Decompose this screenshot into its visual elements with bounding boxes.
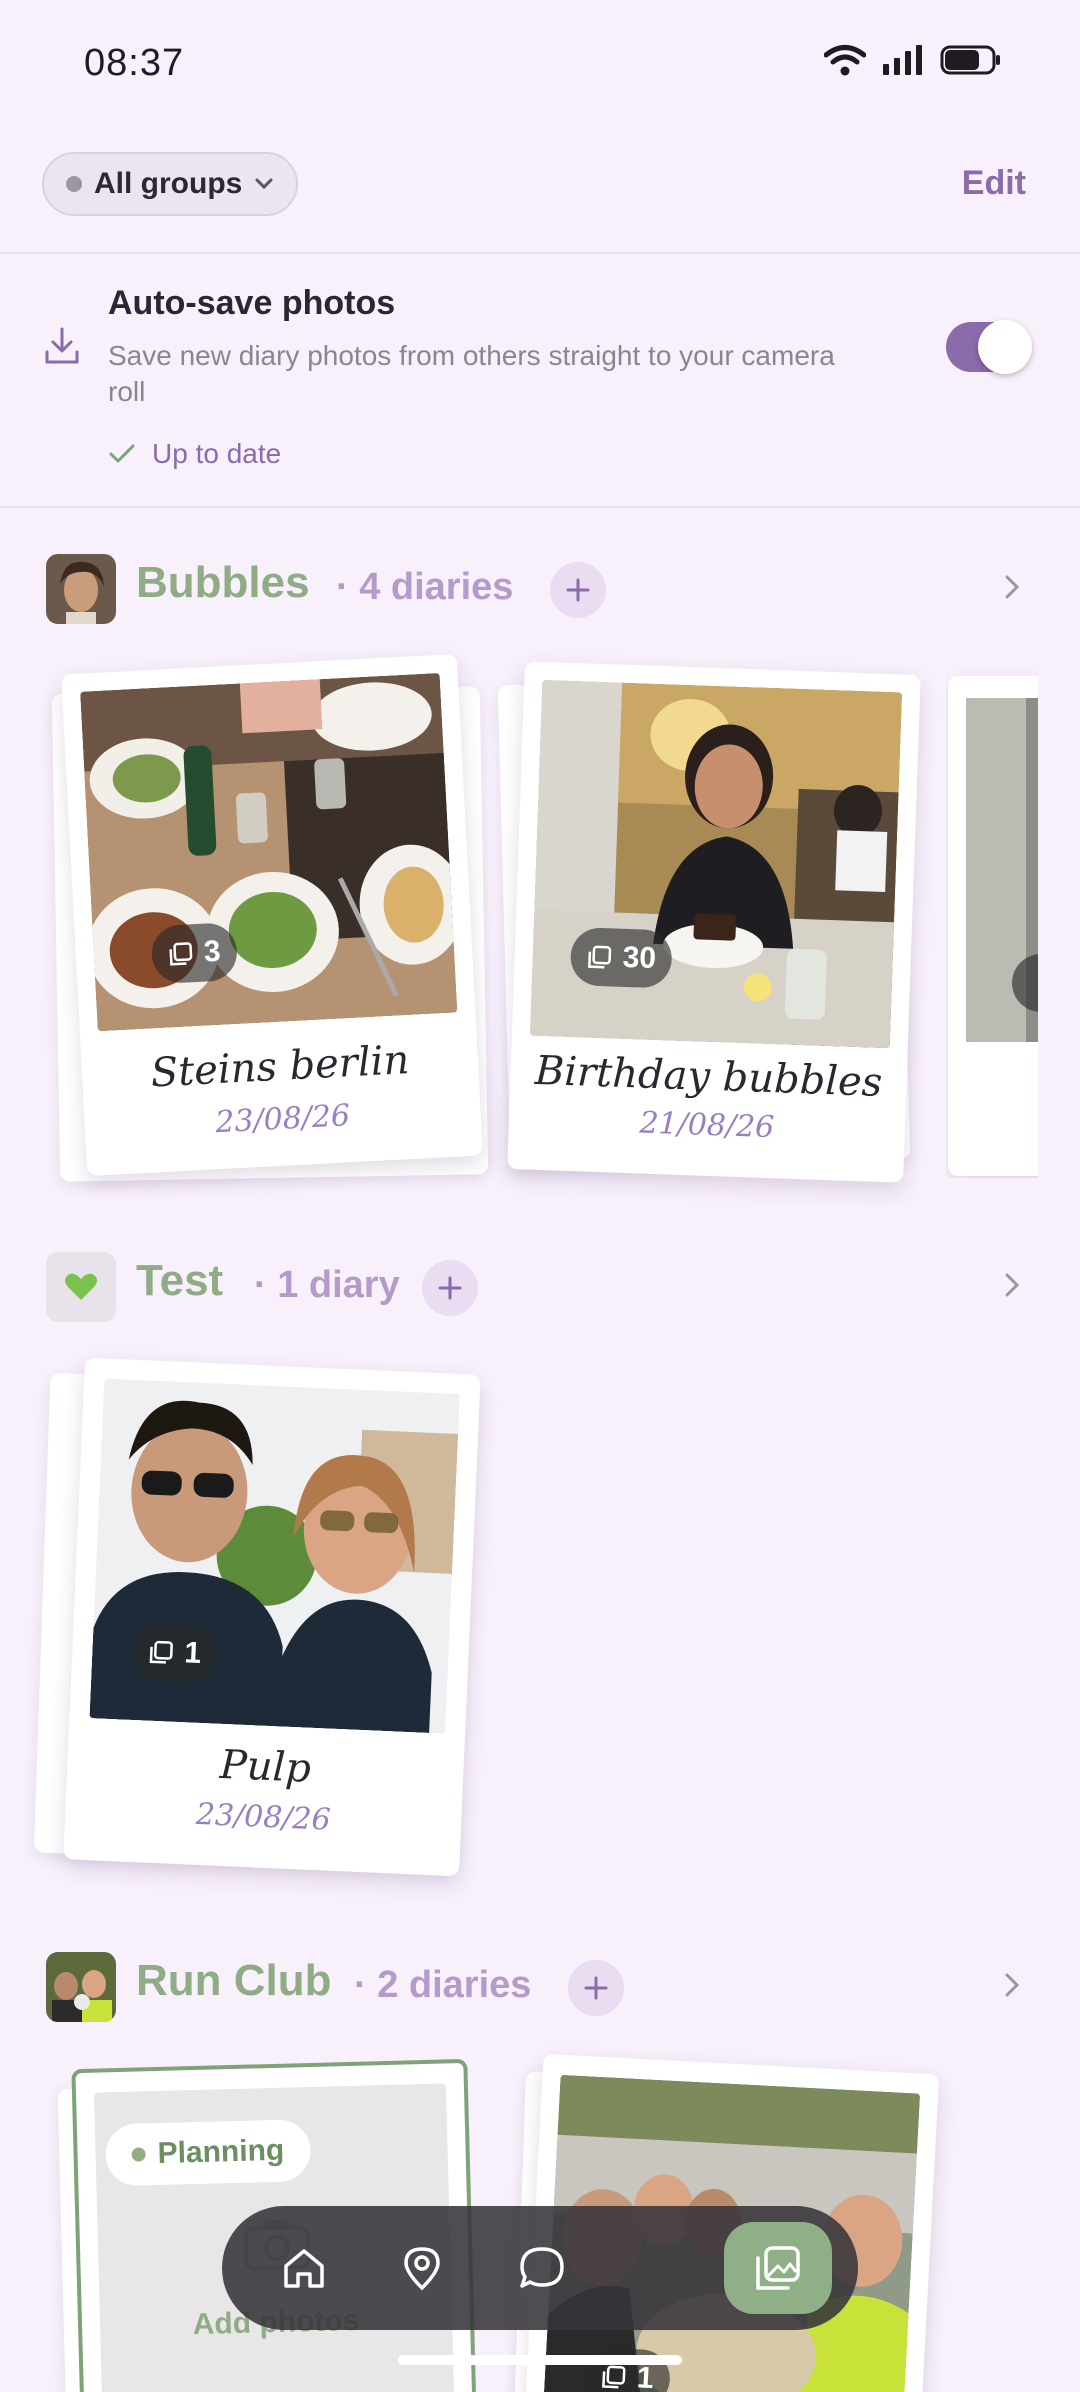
edit-button[interactable]: Edit — [962, 164, 1026, 203]
nav-home[interactable] — [264, 2228, 344, 2308]
group-name: Test — [136, 1256, 224, 1305]
bottom-nav — [222, 2206, 858, 2330]
group-header-run-club[interactable]: Run Club · 2 diaries — [0, 1946, 1080, 2026]
chat-icon — [520, 2247, 564, 2288]
autosave-title: Auto-save photos — [108, 284, 396, 322]
wifi-icon — [824, 45, 866, 76]
status-badge: Planning — [104, 2119, 312, 2187]
plus-icon — [584, 1976, 608, 2000]
photos-icon — [756, 2246, 800, 2290]
diary-title: Pulp — [218, 1741, 312, 1792]
divider — [0, 506, 1080, 508]
status-label: Planning — [157, 2133, 285, 2171]
nav-photos[interactable] — [724, 2222, 832, 2314]
status-icons — [824, 44, 1002, 76]
diary-count: · 1 diary — [254, 1264, 400, 1306]
map-pin-icon — [404, 2247, 440, 2291]
diary-photo: 1 — [89, 1378, 460, 1734]
photo-count: 1 — [636, 2361, 655, 2392]
chevron-right-icon[interactable] — [1004, 574, 1020, 600]
chevron-right-icon[interactable] — [1004, 1272, 1020, 1298]
group-name: Run Club — [136, 1956, 332, 2005]
nav-chat[interactable] — [502, 2228, 582, 2308]
status-time: 08:37 — [84, 42, 185, 84]
diary-card-pulp[interactable]: 1 Pulp 23/08/26 — [63, 1357, 481, 1877]
top-row: All groups Edit — [0, 150, 1080, 220]
diary-photo: 30 — [529, 679, 903, 1049]
plus-icon — [566, 578, 590, 602]
diary-date: 21/08/26 — [638, 1105, 775, 1146]
nav-map[interactable] — [382, 2228, 462, 2308]
photo-count: 1 — [183, 1636, 202, 1670]
add-diary-button[interactable] — [568, 1960, 624, 2016]
avatar — [46, 1952, 116, 2022]
diary-title: Steins berlin — [149, 1037, 411, 1097]
avatar — [46, 554, 116, 624]
autosave-section: Auto-save photos Save new diary photos f… — [0, 254, 1080, 504]
photos-icon — [149, 1640, 173, 1664]
download-icon — [45, 327, 79, 364]
autosave-status: Up to date — [108, 438, 281, 470]
plus-icon — [438, 1276, 462, 1300]
add-diary-button[interactable] — [550, 562, 606, 618]
group-filter-dropdown[interactable]: All groups — [42, 152, 298, 216]
photo-count: 30 — [622, 940, 657, 975]
diary-photo: 3 — [80, 672, 458, 1032]
group-name: Bubbles — [136, 558, 310, 607]
photos-icon — [169, 942, 193, 966]
diary-card-steins-berlin[interactable]: 3 Steins berlin 23/08/26 — [61, 653, 483, 1177]
photo-count-badge: 3 — [150, 921, 239, 985]
diary-date: 23/08/26 — [214, 1098, 351, 1141]
autosave-toggle[interactable] — [946, 320, 1032, 374]
diary-title: Birthday bubbles — [534, 1047, 884, 1106]
diary-card-clipped[interactable] — [946, 668, 1038, 1178]
check-icon — [109, 444, 135, 463]
home-icon — [284, 2249, 324, 2288]
green-heart-icon — [65, 1273, 97, 1300]
diary-date: 23/08/26 — [195, 1796, 332, 1838]
chevron-right-icon[interactable] — [1004, 1972, 1020, 1998]
group-header-bubbles[interactable]: Bubbles · 4 diaries — [0, 548, 1080, 628]
add-diary-button[interactable] — [422, 1260, 478, 1316]
autosave-description: Save new diary photos from others straig… — [108, 340, 835, 407]
photo-count: 3 — [202, 934, 222, 969]
signal-icon — [883, 45, 922, 75]
group-header-test[interactable]: Test · 1 diary — [0, 1246, 1080, 1326]
photo-count-badge: 30 — [569, 927, 674, 989]
status-bar: 08:37 — [0, 0, 1080, 130]
home-indicator — [398, 2355, 682, 2365]
toggle-knob — [978, 320, 1032, 374]
status-dot-icon — [131, 2147, 146, 2162]
diary-count: · 4 diaries — [336, 566, 514, 608]
battery-icon — [940, 45, 1000, 75]
autosave-status-label: Up to date — [152, 438, 282, 469]
diary-card-birthday-bubbles[interactable]: 30 Birthday bubbles 21/08/26 — [507, 661, 921, 1183]
avatar — [46, 1252, 116, 1322]
chevron-down-icon — [255, 178, 273, 190]
group-filter-label: All groups — [94, 167, 243, 200]
photo-count-badge: 1 — [131, 1621, 219, 1684]
photos-icon — [602, 2365, 626, 2389]
photos-icon — [588, 945, 612, 969]
group-dot-icon — [66, 176, 82, 192]
diary-count: · 2 diaries — [354, 1964, 532, 2006]
